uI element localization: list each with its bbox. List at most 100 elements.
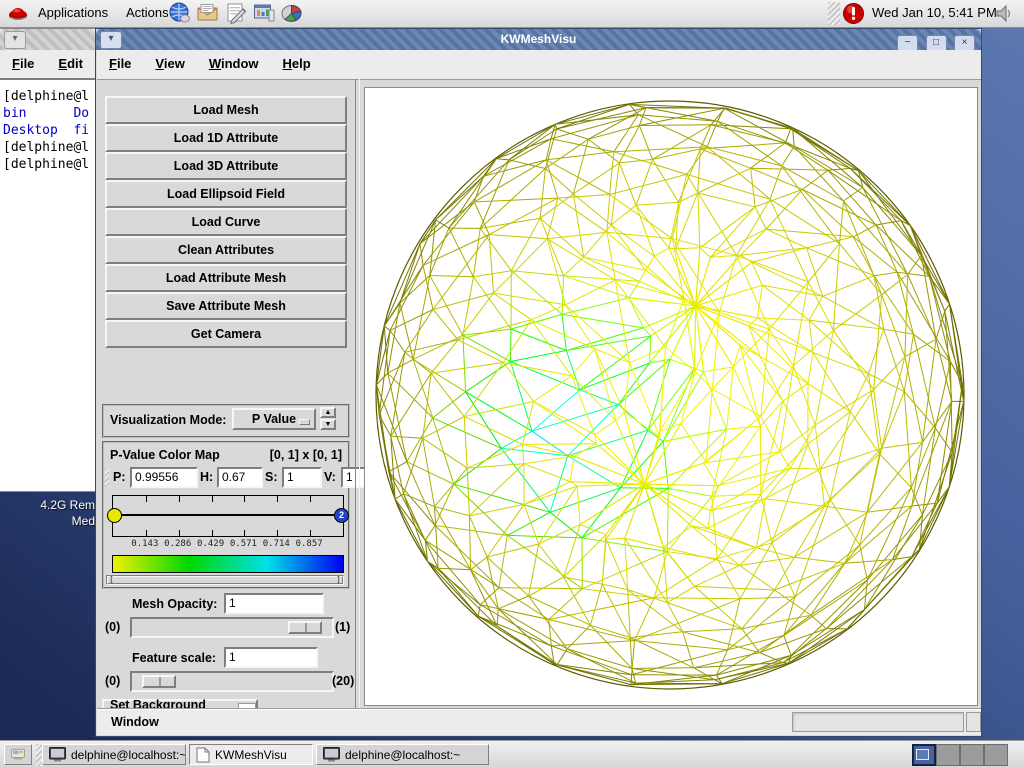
load-attribute-mesh-button[interactable]: Load Attribute Mesh bbox=[105, 264, 347, 292]
save-attribute-mesh-button[interactable]: Save Attribute Mesh bbox=[105, 292, 347, 320]
actions-menu[interactable]: Actions bbox=[122, 0, 173, 26]
task-button-2[interactable]: KWMeshVisu bbox=[189, 744, 313, 765]
terminal-icon bbox=[323, 747, 340, 762]
load-3d-attribute-button[interactable]: Load 3D Attribute bbox=[105, 152, 347, 180]
tick-label: 0.143 bbox=[131, 539, 159, 549]
maximize-button[interactable]: □ bbox=[925, 35, 947, 50]
mesh-opacity-label: Mesh Opacity: bbox=[132, 597, 218, 611]
top-panel: Applications Actions Wed Jan 10, 5:41 PM bbox=[0, 0, 1024, 28]
minimize-button[interactable]: − bbox=[897, 35, 919, 50]
slider-tick bbox=[244, 496, 246, 502]
load-ellipsoid-field-button[interactable]: Load Ellipsoid Field bbox=[105, 180, 347, 208]
workspace-switcher bbox=[912, 744, 1008, 766]
tick-label: 0.429 bbox=[197, 539, 225, 549]
colormap-right-handle[interactable]: 2 bbox=[334, 508, 349, 523]
slider-tick bbox=[310, 496, 312, 502]
workspace-3[interactable] bbox=[960, 744, 984, 766]
desktop-icon-label[interactable]: 4.2G Rem Med bbox=[10, 497, 95, 529]
speaker-icon[interactable] bbox=[994, 4, 1014, 23]
slider-tick bbox=[277, 530, 279, 536]
visualization-mode-dropdown[interactable]: P Value bbox=[232, 408, 316, 430]
status-progress bbox=[792, 712, 964, 732]
scrollbar-thumb[interactable]: [] bbox=[107, 576, 343, 584]
slider-tick bbox=[310, 530, 312, 536]
mesh-opacity-entry[interactable]: 1 bbox=[224, 593, 324, 614]
desktop-icon-label-line2: Med bbox=[71, 514, 95, 528]
viz-mode-spin-down-button[interactable]: ▼ bbox=[320, 419, 336, 430]
viz-mode-spin-up-button[interactable]: ▲ bbox=[320, 407, 336, 418]
task-button-1[interactable]: delphine@localhost:~ bbox=[42, 744, 186, 765]
field-entry-p[interactable]: 0.99556 bbox=[130, 467, 198, 488]
clean-attributes-button[interactable]: Clean Attributes bbox=[105, 236, 347, 264]
kw-menu-window[interactable]: Window bbox=[197, 50, 271, 76]
slider-tick bbox=[145, 530, 147, 536]
close-button[interactable]: × bbox=[954, 35, 975, 50]
redhat-menu-icon[interactable] bbox=[7, 3, 29, 25]
window-title: KWMeshVisu bbox=[500, 32, 577, 46]
slider-line bbox=[113, 514, 343, 516]
workspace-4[interactable] bbox=[984, 744, 1008, 766]
terminal-output[interactable]: [delphine@l bin Do Desktop fi [delphine@l [d… bbox=[0, 78, 95, 491]
slider-tick bbox=[178, 530, 180, 536]
mesh-sphere bbox=[375, 100, 965, 690]
colormap-left-handle[interactable] bbox=[107, 508, 122, 523]
slider-tick bbox=[244, 530, 246, 536]
feature-scale-label: Feature scale: bbox=[132, 651, 217, 665]
writer-launcher-icon[interactable] bbox=[224, 1, 248, 25]
alert-notification-icon[interactable] bbox=[842, 2, 865, 25]
field-label-v: V: bbox=[324, 470, 336, 484]
slider-tick bbox=[178, 496, 180, 502]
tick-label: 0.714 bbox=[262, 539, 290, 549]
show-desktop-button[interactable] bbox=[4, 744, 32, 765]
tick-label: 0.857 bbox=[295, 539, 323, 549]
terminal-icon bbox=[49, 747, 66, 762]
desktop: Applications Actions Wed Jan 10, 5:41 PM… bbox=[0, 0, 1024, 768]
kw-menu-view[interactable]: View bbox=[143, 50, 196, 76]
impress-launcher-icon[interactable] bbox=[252, 1, 276, 25]
feature-scale-slider[interactable] bbox=[130, 671, 334, 692]
task-button-label: delphine@localhost:~ bbox=[71, 747, 186, 762]
field-label-p: P: bbox=[113, 470, 126, 484]
field-entry-h[interactable]: 0.67 bbox=[217, 467, 263, 488]
terminal-line: [delphine@l bbox=[3, 89, 90, 104]
field-entry-s[interactable]: 1 bbox=[282, 467, 322, 488]
terminal-titlebar[interactable]: ▾ bbox=[0, 29, 95, 50]
terminal-window-menu-button[interactable]: ▾ bbox=[4, 31, 26, 49]
control-panel: Load Mesh Load 1D Attribute Load 3D Attrib… bbox=[97, 79, 379, 726]
terminal-menu-file[interactable]: File bbox=[0, 50, 46, 76]
colormap-scrollbar[interactable]: [] bbox=[106, 575, 344, 585]
workspace-1[interactable] bbox=[912, 744, 936, 766]
kw-menu-file[interactable]: File bbox=[97, 50, 143, 76]
terminal-menu-edit[interactable]: Edit bbox=[46, 50, 95, 76]
mesh-opacity-slider[interactable] bbox=[130, 617, 334, 638]
feature-scale-max-label: (20) bbox=[332, 674, 355, 688]
task-button-label: KWMeshVisu bbox=[215, 747, 287, 762]
applications-menu[interactable]: Applications bbox=[34, 0, 112, 26]
get-camera-button[interactable]: Get Camera bbox=[105, 320, 347, 348]
kw-menu-help[interactable]: Help bbox=[271, 50, 323, 76]
clock[interactable]: Wed Jan 10, 5:41 PM bbox=[872, 0, 997, 26]
colormap-range-label: [0, 1] x [0, 1] bbox=[269, 448, 342, 462]
load-mesh-button[interactable]: Load Mesh bbox=[105, 96, 347, 124]
feature-scale-entry[interactable]: 1 bbox=[224, 647, 318, 668]
document-icon bbox=[196, 747, 210, 763]
colormap-slider-canvas[interactable]: 2 bbox=[107, 495, 349, 537]
web-browser-launcher-icon[interactable] bbox=[168, 1, 192, 25]
load-curve-button[interactable]: Load Curve bbox=[105, 208, 347, 236]
email-launcher-icon[interactable] bbox=[196, 1, 220, 25]
kw-titlebar[interactable]: ▾ KWMeshVisu − □ × bbox=[96, 29, 981, 50]
calc-launcher-icon[interactable] bbox=[280, 1, 304, 25]
field-label-s: S: bbox=[265, 470, 278, 484]
load-1d-attribute-button[interactable]: Load 1D Attribute bbox=[105, 124, 347, 152]
task-button-3[interactable]: delphine@localhost:~ bbox=[316, 744, 489, 765]
terminal-line: Desktop fi bbox=[3, 123, 90, 138]
workspace-2[interactable] bbox=[936, 744, 960, 766]
feature-scale-slider-handle[interactable] bbox=[142, 675, 176, 688]
mesh-opacity-slider-handle[interactable] bbox=[288, 621, 322, 634]
panel-drag-handle[interactable] bbox=[828, 2, 840, 25]
pane-grip[interactable] bbox=[105, 469, 109, 487]
render-viewport[interactable] bbox=[364, 87, 978, 706]
slider-tick bbox=[211, 496, 213, 502]
colormap-gradient-bar bbox=[112, 555, 344, 573]
status-grip[interactable] bbox=[966, 712, 981, 732]
